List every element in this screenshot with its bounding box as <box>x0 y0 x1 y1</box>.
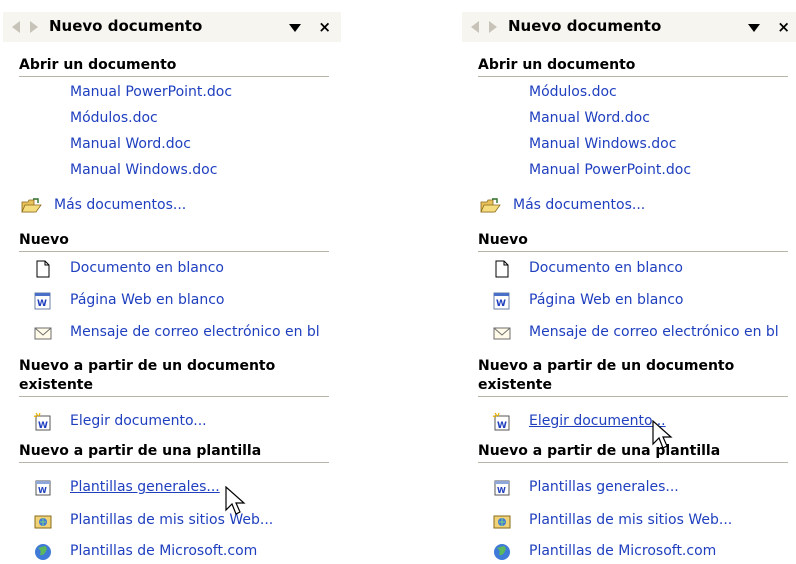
forward-arrow-icon[interactable] <box>27 19 41 35</box>
section-heading-open: Abrir un documento <box>478 56 788 77</box>
envelope-icon <box>34 327 52 340</box>
task-pane-left: Nuevo documento × Abrir un documento Man… <box>3 0 341 564</box>
task-pane-right: Nuevo documento × Abrir un documento Mód… <box>462 0 796 564</box>
close-button[interactable]: × <box>777 20 790 35</box>
section-heading-existing: Nuevo a partir de un documento existente <box>478 357 788 397</box>
blank-page-icon <box>495 260 509 278</box>
globe-icon <box>35 544 51 560</box>
forward-arrow-icon[interactable] <box>486 19 500 35</box>
open-folder-icon <box>480 198 501 213</box>
mouse-pointer-icon <box>225 486 246 515</box>
open-folder-icon <box>21 198 42 213</box>
word-template-icon: W <box>35 480 51 496</box>
globe-icon <box>494 544 510 560</box>
recent-document-link[interactable]: Manual Word.doc <box>478 108 796 130</box>
choose-document-link[interactable]: W Elegir documento... <box>478 411 796 433</box>
envelope-icon <box>493 327 511 340</box>
blank-page-icon <box>36 260 50 278</box>
web-page-icon: W <box>34 292 51 310</box>
web-sites-templates-link[interactable]: Plantillas de mis sitios Web... <box>19 510 341 532</box>
task-pane-title: Nuevo documento <box>508 17 662 35</box>
word-document-new-icon: W <box>492 412 510 431</box>
recent-document-link[interactable]: Manual Windows.doc <box>478 134 796 156</box>
more-documents-link[interactable]: Más documentos... <box>19 195 341 217</box>
web-folder-icon <box>34 515 52 529</box>
svg-text:W: W <box>38 421 48 431</box>
recent-document-link[interactable]: Manual PowerPoint.doc <box>19 82 341 104</box>
web-folder-icon <box>493 515 511 529</box>
recent-document-link[interactable]: Manual PowerPoint.doc <box>478 160 796 182</box>
blank-web-page-link[interactable]: W Página Web en blanco <box>19 290 341 312</box>
blank-email-link[interactable]: Mensaje de correo electrónico en bl <box>478 322 796 344</box>
section-heading-existing: Nuevo a partir de un documento existente <box>19 357 329 397</box>
section-heading-template: Nuevo a partir de una plantilla <box>19 442 329 463</box>
section-heading-template: Nuevo a partir de una plantilla <box>478 442 788 463</box>
choose-document-link[interactable]: W Elegir documento... <box>19 411 341 433</box>
recent-document-link[interactable]: Manual Word.doc <box>19 134 341 156</box>
recent-document-link[interactable]: Módulos.doc <box>478 82 796 104</box>
task-pane-title-bar: Nuevo documento × <box>462 12 796 42</box>
blank-web-page-link[interactable]: W Página Web en blanco <box>478 290 796 312</box>
general-templates-link[interactable]: W Plantillas generales... <box>19 477 341 499</box>
more-documents-link[interactable]: Más documentos... <box>478 195 796 217</box>
microsoft-templates-link[interactable]: Plantillas de Microsoft.com <box>478 541 796 563</box>
svg-text:W: W <box>38 486 47 495</box>
section-heading-open: Abrir un documento <box>19 56 329 77</box>
svg-text:W: W <box>496 299 506 309</box>
back-arrow-icon[interactable] <box>468 19 482 35</box>
recent-document-link[interactable]: Manual Windows.doc <box>19 160 341 182</box>
svg-text:W: W <box>497 421 507 431</box>
section-heading-new: Nuevo <box>478 231 788 252</box>
task-pane-title: Nuevo documento <box>49 17 203 35</box>
blank-document-link[interactable]: Documento en blanco <box>478 258 796 280</box>
dropdown-arrow-icon[interactable] <box>748 24 760 32</box>
task-pane-title-bar: Nuevo documento × <box>3 12 341 42</box>
svg-text:W: W <box>37 299 47 309</box>
microsoft-templates-link[interactable]: Plantillas de Microsoft.com <box>19 541 341 563</box>
close-button[interactable]: × <box>318 20 331 35</box>
general-templates-link[interactable]: W Plantillas generales... <box>478 477 796 499</box>
recent-document-link[interactable]: Módulos.doc <box>19 108 341 130</box>
section-heading-new: Nuevo <box>19 231 329 252</box>
blank-email-link[interactable]: Mensaje de correo electrónico en bl <box>19 322 341 344</box>
dropdown-arrow-icon[interactable] <box>289 24 301 32</box>
word-document-new-icon: W <box>33 412 51 431</box>
mouse-pointer-icon <box>652 420 673 449</box>
svg-text:W: W <box>497 486 506 495</box>
blank-document-link[interactable]: Documento en blanco <box>19 258 341 280</box>
back-arrow-icon[interactable] <box>9 19 23 35</box>
web-sites-templates-link[interactable]: Plantillas de mis sitios Web... <box>478 510 796 532</box>
web-page-icon: W <box>493 292 510 310</box>
word-template-icon: W <box>494 480 510 496</box>
